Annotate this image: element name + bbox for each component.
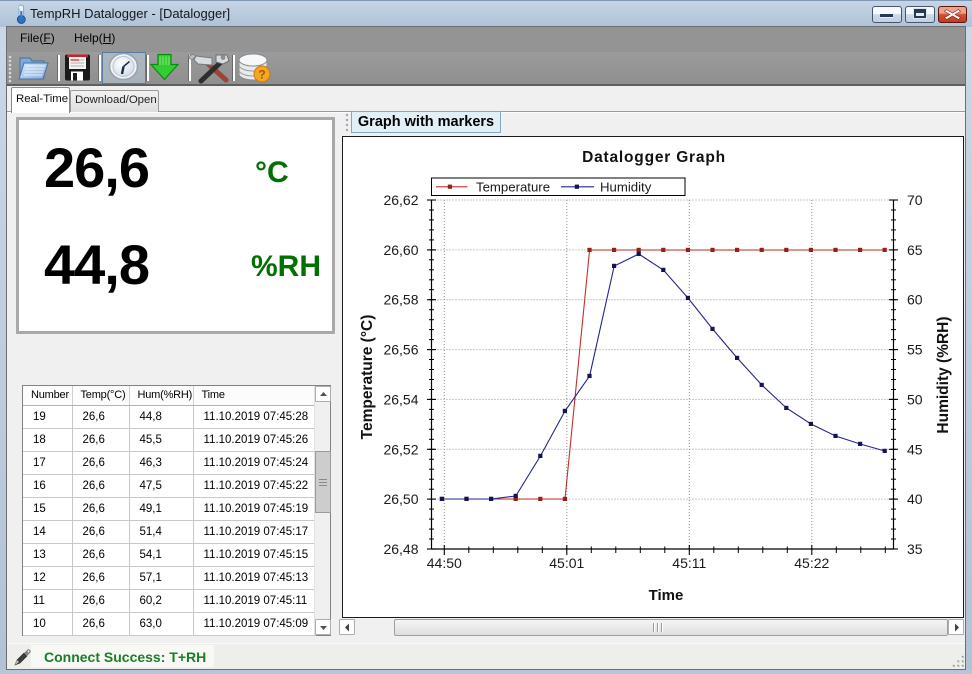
svg-text:Temperature (°C): Temperature (°C) [359, 315, 376, 440]
svg-text:40: 40 [907, 491, 923, 507]
svg-text:Humidity: Humidity [600, 180, 652, 195]
svg-text:Datalogger Graph: Datalogger Graph [582, 149, 726, 166]
svg-text:Time: Time [649, 587, 684, 604]
svg-text:70: 70 [907, 192, 923, 208]
svg-text:26,54: 26,54 [383, 391, 418, 407]
svg-text:60: 60 [907, 292, 923, 308]
svg-text:26,60: 26,60 [383, 242, 418, 258]
svg-text:26,62: 26,62 [383, 192, 418, 208]
svg-text:?: ? [258, 68, 265, 82]
svg-text:55: 55 [907, 342, 923, 358]
svg-text:45:01: 45:01 [549, 555, 584, 571]
svg-text:Humidity (%RH): Humidity (%RH) [935, 316, 952, 433]
svg-text:26,52: 26,52 [383, 441, 418, 457]
svg-text:45:22: 45:22 [794, 555, 829, 571]
svg-text:65: 65 [907, 242, 923, 258]
svg-text:44:50: 44:50 [427, 555, 462, 571]
svg-text:26,56: 26,56 [383, 342, 418, 358]
svg-text:35: 35 [907, 541, 923, 557]
svg-text:45:11: 45:11 [672, 555, 706, 571]
svg-text:26,50: 26,50 [383, 491, 418, 507]
svg-text:45: 45 [907, 441, 923, 457]
svg-text:26,58: 26,58 [383, 292, 418, 308]
svg-text:26,48: 26,48 [383, 541, 418, 557]
svg-text:50: 50 [907, 391, 923, 407]
svg-text:Temperature: Temperature [476, 180, 550, 195]
